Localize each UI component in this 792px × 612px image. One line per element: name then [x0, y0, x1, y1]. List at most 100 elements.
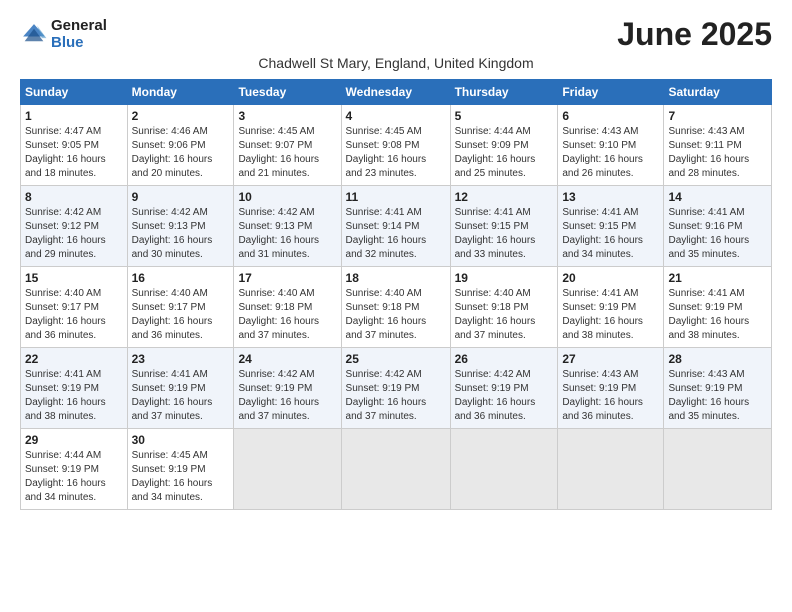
- calendar-cell: 8 Sunrise: 4:42 AM Sunset: 9:12 PM Daylig…: [21, 186, 128, 267]
- calendar-cell: 1 Sunrise: 4:47 AM Sunset: 9:05 PM Daylig…: [21, 105, 128, 186]
- day-info: Sunrise: 4:42 AM Sunset: 9:19 PM Dayligh…: [238, 368, 336, 424]
- day-info: Sunrise: 4:40 AM Sunset: 9:18 PM Dayligh…: [455, 287, 554, 343]
- dow-header: Wednesday: [341, 80, 450, 105]
- day-info: Sunrise: 4:45 AM Sunset: 9:19 PM Dayligh…: [132, 449, 230, 505]
- day-number: 30: [132, 433, 230, 447]
- day-number: 27: [562, 352, 659, 366]
- day-info: Sunrise: 4:42 AM Sunset: 9:19 PM Dayligh…: [346, 368, 446, 424]
- month-title: June 2025: [617, 16, 772, 53]
- logo-general-text: General: [51, 18, 107, 35]
- day-number: 28: [668, 352, 767, 366]
- dow-header: Tuesday: [234, 80, 341, 105]
- calendar-cell: 29 Sunrise: 4:44 AM Sunset: 9:19 PM Dayli…: [21, 429, 128, 510]
- day-number: 4: [346, 109, 446, 123]
- day-info: Sunrise: 4:40 AM Sunset: 9:18 PM Dayligh…: [346, 287, 446, 343]
- day-number: 5: [455, 109, 554, 123]
- calendar-cell: 25 Sunrise: 4:42 AM Sunset: 9:19 PM Dayli…: [341, 348, 450, 429]
- calendar-cell: 20 Sunrise: 4:41 AM Sunset: 9:19 PM Dayli…: [558, 267, 664, 348]
- calendar-cell: 2 Sunrise: 4:46 AM Sunset: 9:06 PM Daylig…: [127, 105, 234, 186]
- day-number: 29: [25, 433, 123, 447]
- calendar-cell: 4 Sunrise: 4:45 AM Sunset: 9:08 PM Daylig…: [341, 105, 450, 186]
- calendar-cell: 11 Sunrise: 4:41 AM Sunset: 9:14 PM Dayli…: [341, 186, 450, 267]
- day-info: Sunrise: 4:41 AM Sunset: 9:15 PM Dayligh…: [455, 206, 554, 262]
- day-info: Sunrise: 4:43 AM Sunset: 9:11 PM Dayligh…: [668, 125, 767, 181]
- day-info: Sunrise: 4:41 AM Sunset: 9:16 PM Dayligh…: [668, 206, 767, 262]
- day-number: 8: [25, 190, 123, 204]
- day-number: 6: [562, 109, 659, 123]
- day-info: Sunrise: 4:41 AM Sunset: 9:19 PM Dayligh…: [25, 368, 123, 424]
- calendar-cell: 9Sunrise: 4:42 AM Sunset: 9:13 PM Daylig…: [127, 186, 234, 267]
- day-info: Sunrise: 4:44 AM Sunset: 9:19 PM Dayligh…: [25, 449, 123, 505]
- day-info: Sunrise: 4:41 AM Sunset: 9:15 PM Dayligh…: [562, 206, 659, 262]
- day-number: 22: [25, 352, 123, 366]
- day-number: 11: [346, 190, 446, 204]
- day-number: 3: [238, 109, 336, 123]
- dow-header: Sunday: [21, 80, 128, 105]
- day-info: Sunrise: 4:43 AM Sunset: 9:19 PM Dayligh…: [668, 368, 767, 424]
- day-info: Sunrise: 4:40 AM Sunset: 9:18 PM Dayligh…: [238, 287, 336, 343]
- day-info: Sunrise: 4:41 AM Sunset: 9:14 PM Dayligh…: [346, 206, 446, 262]
- day-info: Sunrise: 4:42 AM Sunset: 9:12 PM Dayligh…: [25, 206, 123, 262]
- calendar-cell: 5 Sunrise: 4:44 AM Sunset: 9:09 PM Daylig…: [450, 105, 558, 186]
- day-number: 13: [562, 190, 659, 204]
- day-info: Sunrise: 4:42 AM Sunset: 9:19 PM Dayligh…: [455, 368, 554, 424]
- calendar-cell: 19 Sunrise: 4:40 AM Sunset: 9:18 PM Dayli…: [450, 267, 558, 348]
- calendar-cell: [341, 429, 450, 510]
- calendar-cell: 12 Sunrise: 4:41 AM Sunset: 9:15 PM Dayli…: [450, 186, 558, 267]
- calendar-cell: 15Sunrise: 4:40 AM Sunset: 9:17 PM Dayli…: [21, 267, 128, 348]
- day-number: 25: [346, 352, 446, 366]
- day-number: 14: [668, 190, 767, 204]
- day-number: 9: [132, 190, 230, 204]
- day-info: Sunrise: 4:44 AM Sunset: 9:09 PM Dayligh…: [455, 125, 554, 181]
- day-info: Sunrise: 4:43 AM Sunset: 9:10 PM Dayligh…: [562, 125, 659, 181]
- dow-header: Friday: [558, 80, 664, 105]
- dow-header: Saturday: [664, 80, 772, 105]
- calendar-cell: 7 Sunrise: 4:43 AM Sunset: 9:11 PM Daylig…: [664, 105, 772, 186]
- day-number: 15: [25, 271, 123, 285]
- calendar-cell: 23Sunrise: 4:41 AM Sunset: 9:19 PM Dayli…: [127, 348, 234, 429]
- logo-icon: [20, 21, 48, 49]
- logo-blue-text: Blue: [51, 35, 107, 52]
- day-info: Sunrise: 4:47 AM Sunset: 9:05 PM Dayligh…: [25, 125, 123, 181]
- calendar-cell: 10 Sunrise: 4:42 AM Sunset: 9:13 PM Dayli…: [234, 186, 341, 267]
- day-number: 10: [238, 190, 336, 204]
- day-info: Sunrise: 4:46 AM Sunset: 9:06 PM Dayligh…: [132, 125, 230, 181]
- calendar-cell: 3 Sunrise: 4:45 AM Sunset: 9:07 PM Daylig…: [234, 105, 341, 186]
- calendar-cell: 18 Sunrise: 4:40 AM Sunset: 9:18 PM Dayli…: [341, 267, 450, 348]
- calendar-cell: 30 Sunrise: 4:45 AM Sunset: 9:19 PM Dayli…: [127, 429, 234, 510]
- subtitle: Chadwell St Mary, England, United Kingdo…: [20, 55, 772, 71]
- day-number: 19: [455, 271, 554, 285]
- calendar-cell: 24 Sunrise: 4:42 AM Sunset: 9:19 PM Dayli…: [234, 348, 341, 429]
- day-info: Sunrise: 4:41 AM Sunset: 9:19 PM Dayligh…: [668, 287, 767, 343]
- day-info: Sunrise: 4:42 AM Sunset: 9:13 PM Dayligh…: [238, 206, 336, 262]
- calendar-cell: 26 Sunrise: 4:42 AM Sunset: 9:19 PM Dayli…: [450, 348, 558, 429]
- day-number: 21: [668, 271, 767, 285]
- day-info: Sunrise: 4:41 AM Sunset: 9:19 PM Dayligh…: [132, 368, 230, 424]
- day-number: 24: [238, 352, 336, 366]
- dow-header: Monday: [127, 80, 234, 105]
- calendar-cell: 22 Sunrise: 4:41 AM Sunset: 9:19 PM Dayli…: [21, 348, 128, 429]
- day-number: 2: [132, 109, 230, 123]
- day-number: 20: [562, 271, 659, 285]
- day-number: 1: [25, 109, 123, 123]
- dow-header: Thursday: [450, 80, 558, 105]
- calendar-cell: [234, 429, 341, 510]
- day-info: Sunrise: 4:40 AM Sunset: 9:17 PM Dayligh…: [132, 287, 230, 343]
- day-info: Sunrise: 4:43 AM Sunset: 9:19 PM Dayligh…: [562, 368, 659, 424]
- calendar-cell: 27 Sunrise: 4:43 AM Sunset: 9:19 PM Dayli…: [558, 348, 664, 429]
- calendar-cell: 17 Sunrise: 4:40 AM Sunset: 9:18 PM Dayli…: [234, 267, 341, 348]
- day-number: 7: [668, 109, 767, 123]
- day-info: Sunrise: 4:45 AM Sunset: 9:07 PM Dayligh…: [238, 125, 336, 181]
- day-number: 12: [455, 190, 554, 204]
- calendar: SundayMondayTuesdayWednesdayThursdayFrid…: [20, 79, 772, 510]
- day-info: Sunrise: 4:45 AM Sunset: 9:08 PM Dayligh…: [346, 125, 446, 181]
- calendar-cell: 13 Sunrise: 4:41 AM Sunset: 9:15 PM Dayli…: [558, 186, 664, 267]
- calendar-cell: 28 Sunrise: 4:43 AM Sunset: 9:19 PM Dayli…: [664, 348, 772, 429]
- day-number: 18: [346, 271, 446, 285]
- calendar-cell: 21 Sunrise: 4:41 AM Sunset: 9:19 PM Dayli…: [664, 267, 772, 348]
- calendar-cell: [664, 429, 772, 510]
- day-number: 26: [455, 352, 554, 366]
- day-info: Sunrise: 4:41 AM Sunset: 9:19 PM Dayligh…: [562, 287, 659, 343]
- day-number: 17: [238, 271, 336, 285]
- calendar-cell: 14 Sunrise: 4:41 AM Sunset: 9:16 PM Dayli…: [664, 186, 772, 267]
